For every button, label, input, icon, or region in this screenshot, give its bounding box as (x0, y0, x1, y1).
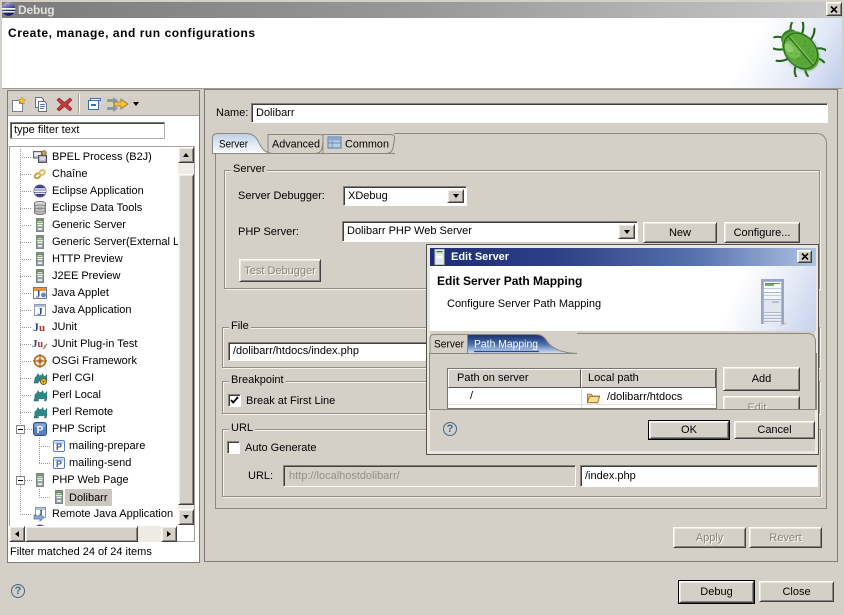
svg-text:Server: Server (219, 139, 248, 151)
svg-text:Common: Common (345, 139, 389, 151)
svg-text:Advanced: Advanced (272, 139, 320, 151)
svg-text:Server: Server (434, 339, 464, 351)
svg-text:Path Mapping: Path Mapping (474, 339, 538, 351)
